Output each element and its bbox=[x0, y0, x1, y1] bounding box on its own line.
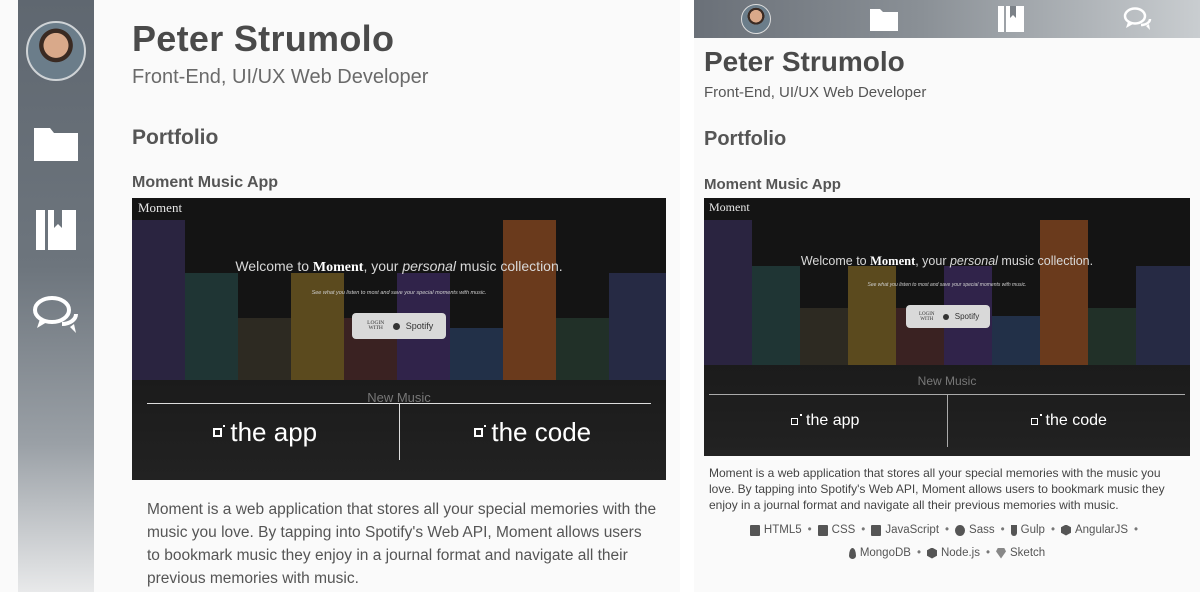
code-link[interactable]: the code bbox=[400, 404, 667, 460]
project-links: the app the code bbox=[132, 404, 666, 460]
chat-bubbles-icon[interactable] bbox=[32, 292, 80, 340]
top-nav bbox=[694, 0, 1200, 38]
project-description: Moment is a web application that stores … bbox=[147, 501, 657, 587]
app-logo-text: Moment bbox=[709, 200, 750, 214]
mobile-view: Peter Strumolo Front-End, UI/UX Web Deve… bbox=[694, 0, 1200, 592]
external-link-icon bbox=[791, 413, 803, 425]
tech-item: CSS bbox=[817, 524, 855, 536]
login-spotify-button[interactable]: LOGIN WITH Spotify bbox=[906, 305, 990, 328]
project-description: Moment is a web application that stores … bbox=[709, 466, 1165, 512]
nodejs-icon bbox=[926, 547, 937, 559]
book-icon[interactable] bbox=[32, 206, 80, 254]
sidebar-nav bbox=[18, 0, 94, 592]
folder-icon[interactable] bbox=[32, 118, 80, 166]
login-spotify-button[interactable]: LOGIN WITH Spotify bbox=[352, 313, 446, 339]
external-link-icon bbox=[1030, 413, 1042, 425]
project-screenshot: Moment Welcome to Moment, your personal … bbox=[704, 198, 1190, 456]
tech-item: Sketch bbox=[996, 547, 1045, 559]
page-title: Peter Strumolo bbox=[132, 18, 395, 59]
project-links: the app the code bbox=[704, 395, 1190, 447]
angularjs-icon bbox=[1060, 524, 1071, 536]
mongodb-icon bbox=[848, 547, 856, 559]
project-title: Moment Music App bbox=[132, 174, 279, 191]
tech-item: AngularJS bbox=[1060, 524, 1128, 536]
book-icon[interactable] bbox=[996, 5, 1026, 33]
project-title: Moment Music App bbox=[704, 176, 841, 193]
code-link[interactable]: the code bbox=[948, 395, 1191, 447]
separator: • bbox=[861, 524, 866, 536]
separator: • bbox=[1000, 524, 1005, 536]
gulp-icon bbox=[1010, 524, 1017, 536]
tech-item: HTML5 bbox=[749, 524, 802, 536]
avatar[interactable] bbox=[26, 21, 86, 81]
sketch-icon bbox=[996, 547, 1007, 559]
spotify-icon bbox=[392, 322, 400, 330]
sass-icon bbox=[955, 524, 966, 536]
desktop-view: Peter Strumolo Front-End, UI/UX Web Deve… bbox=[0, 0, 680, 592]
separator: • bbox=[807, 524, 812, 536]
tech-stack-row-1: HTML5 • CSS • JavaScript • Sass • Gulp •… bbox=[704, 524, 1190, 536]
app-link[interactable]: the app bbox=[132, 404, 399, 460]
app-logo-text: Moment bbox=[138, 200, 183, 215]
tech-item: Node.js bbox=[926, 547, 980, 559]
tech-stack-row-2: MongoDB • Node.js • Sketch bbox=[704, 547, 1190, 559]
separator: • bbox=[985, 547, 991, 559]
external-link-icon bbox=[213, 424, 226, 437]
section-heading: Portfolio bbox=[132, 126, 219, 149]
new-music-heading: New Music bbox=[917, 374, 977, 388]
css-icon bbox=[817, 524, 828, 536]
tech-item: JavaScript bbox=[871, 524, 939, 536]
separator: • bbox=[1134, 524, 1139, 536]
chat-bubbles-icon[interactable] bbox=[1122, 5, 1152, 33]
subtitle: Front-End, UI/UX Web Developer bbox=[704, 84, 927, 101]
welcome-text: Welcome to Moment, your personal music c… bbox=[800, 254, 1094, 268]
spotify-icon bbox=[942, 313, 949, 320]
welcome-subtitle: See what you listen to most and save you… bbox=[867, 282, 1027, 288]
separator: • bbox=[1050, 524, 1055, 536]
tech-item: MongoDB bbox=[848, 547, 911, 559]
tech-item: Gulp bbox=[1010, 524, 1045, 536]
separator: • bbox=[916, 547, 921, 559]
app-link[interactable]: the app bbox=[704, 395, 947, 447]
html5-icon bbox=[749, 524, 760, 536]
external-link-icon bbox=[474, 424, 487, 437]
section-heading: Portfolio bbox=[704, 128, 787, 150]
page-title: Peter Strumolo bbox=[704, 46, 905, 77]
avatar[interactable] bbox=[741, 4, 771, 34]
tech-item: Sass bbox=[955, 524, 995, 536]
folder-icon[interactable] bbox=[869, 5, 899, 33]
separator: • bbox=[945, 524, 950, 536]
welcome-subtitle: See what you listen to most and save you… bbox=[311, 290, 487, 296]
subtitle: Front-End, UI/UX Web Developer bbox=[132, 66, 429, 88]
project-screenshot: Moment Welcome to Moment, your personal … bbox=[132, 198, 666, 480]
welcome-text: Welcome to Moment, your personal music c… bbox=[235, 258, 563, 275]
javascript-icon bbox=[871, 524, 882, 536]
